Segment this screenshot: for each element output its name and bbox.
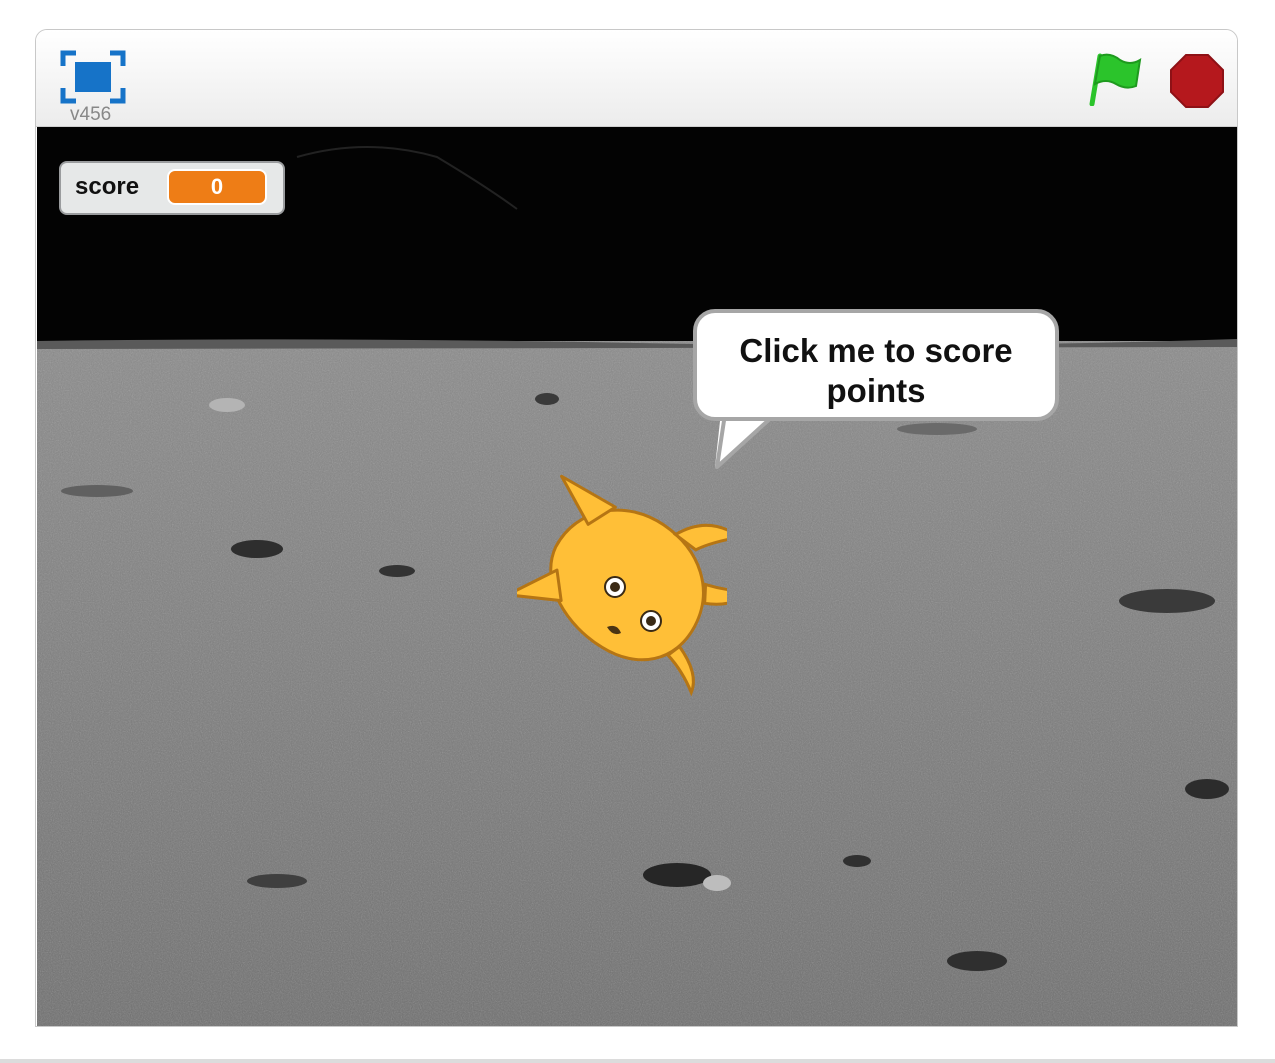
speech-bubble-tail — [715, 412, 777, 469]
version-label: v456 — [70, 104, 112, 125]
stop-sign-icon — [1170, 54, 1224, 108]
green-flag-button[interactable] — [1086, 50, 1144, 107]
player-toolbar: v456 — [36, 30, 1237, 127]
score-label: score — [75, 173, 140, 200]
scratch-player: v456 score 0 Click me to score points — [35, 29, 1238, 1027]
fullscreen-button[interactable] — [60, 50, 126, 104]
cat-sprite[interactable] — [517, 467, 727, 697]
stage[interactable]: score 0 Click me to score points — [37, 127, 1237, 1026]
fullscreen-icon — [60, 50, 126, 104]
page-divider — [0, 1059, 1275, 1063]
stop-button[interactable] — [1169, 53, 1225, 109]
score-monitor: score 0 — [59, 161, 285, 215]
score-value: 0 — [167, 169, 267, 205]
green-flag-icon — [1089, 53, 1142, 107]
speech-bubble-text: Click me to score points — [739, 332, 1013, 409]
speech-bubble: Click me to score points — [693, 309, 1059, 421]
